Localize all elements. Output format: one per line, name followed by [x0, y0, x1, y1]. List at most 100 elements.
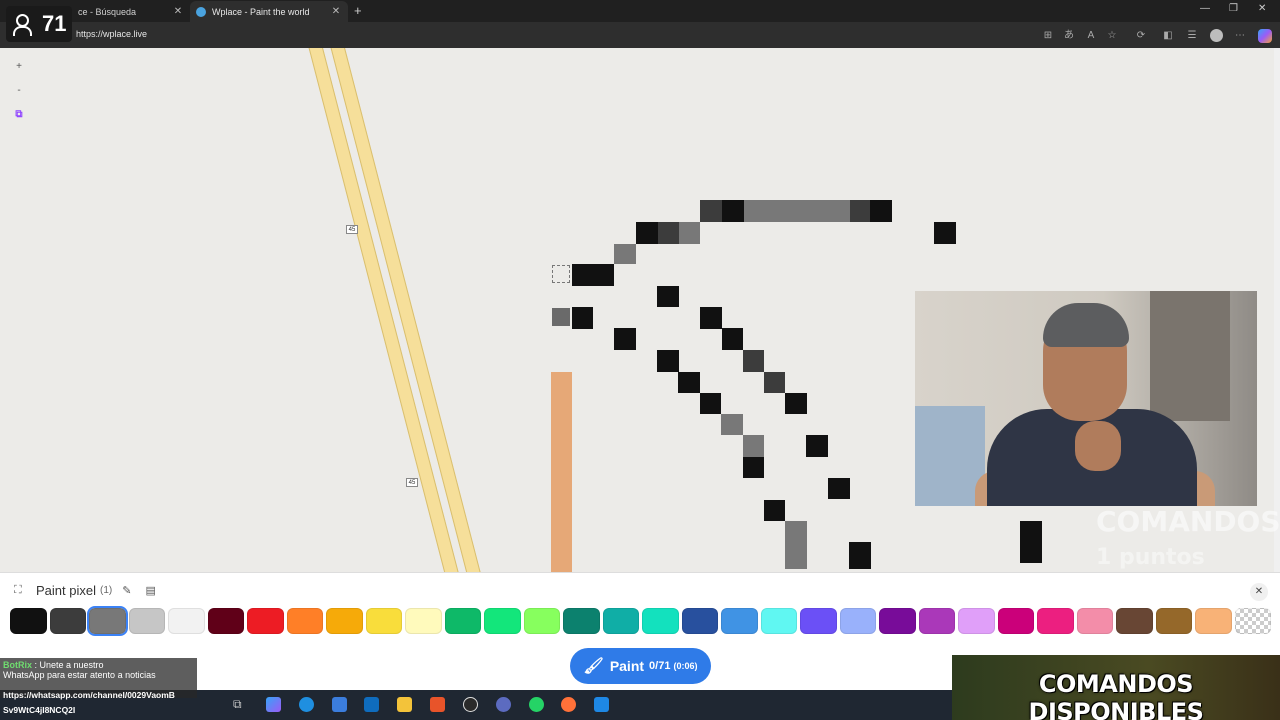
more-menu-icon[interactable]: ⋯ [1234, 30, 1246, 42]
brave-icon[interactable] [430, 697, 445, 712]
color-swatch[interactable] [1195, 608, 1232, 634]
translate-icon[interactable]: あ [1063, 30, 1075, 42]
pixel-selection-cursor[interactable] [552, 265, 570, 283]
color-swatch[interactable] [958, 608, 995, 634]
app-icon[interactable]: ⊞ [1042, 30, 1054, 42]
color-swatch[interactable] [879, 608, 916, 634]
copilot-taskbar-icon[interactable] [266, 697, 281, 712]
profile-avatar-icon[interactable] [1210, 29, 1223, 42]
pencil-icon[interactable]: ✎ [122, 584, 131, 597]
whatsapp-icon[interactable] [529, 697, 544, 712]
color-swatch[interactable] [405, 608, 442, 634]
url-field[interactable]: https://wplace.live [76, 29, 147, 39]
tab-wplace[interactable]: Wplace - Paint the world ✕ [190, 1, 348, 22]
twitch-icon[interactable]: ⧉ [10, 106, 28, 124]
overlay-commands-text: COMANDOS [1096, 505, 1280, 538]
viewer-count: 71 [42, 11, 67, 36]
map-pixel [678, 372, 700, 393]
panel-title: Paint pixel [36, 583, 96, 598]
color-swatch[interactable] [247, 608, 284, 634]
color-swatch[interactable] [1037, 608, 1074, 634]
maximize-icon[interactable]: ❐ [1229, 3, 1238, 14]
map-pixel [785, 521, 807, 569]
map-pixel [764, 500, 785, 521]
favorite-star-icon[interactable]: ☆ [1106, 30, 1118, 42]
color-swatch[interactable] [484, 608, 521, 634]
color-swatch[interactable] [286, 608, 323, 634]
chat-link: https://whatsapp.com/channel/0029VaomB [3, 690, 175, 700]
color-swatch[interactable] [207, 608, 244, 634]
color-swatch[interactable] [168, 608, 205, 634]
close-panel-button[interactable]: ✕ [1250, 583, 1268, 601]
color-swatch[interactable] [681, 608, 718, 634]
file-explorer-icon[interactable] [397, 697, 412, 712]
color-swatch-transparent[interactable] [1234, 608, 1271, 634]
color-swatch[interactable] [800, 608, 837, 634]
outlook-icon[interactable] [364, 697, 379, 712]
color-swatch[interactable] [523, 608, 560, 634]
edge-icon[interactable] [299, 697, 314, 712]
tab-search[interactable]: ce - Búsqueda ✕ [72, 1, 190, 22]
map-pixel [614, 244, 636, 264]
color-swatch[interactable] [760, 608, 797, 634]
paint-charges: 0/71 [649, 660, 671, 672]
chat-line: Unete a nuestro [39, 660, 104, 670]
color-swatch[interactable] [326, 608, 363, 634]
map-pixel [636, 222, 658, 244]
route-shield: 45 [406, 478, 418, 487]
close-tab-icon[interactable]: ✕ [172, 6, 184, 17]
paint-button[interactable]: 🖌 Paint 0/71 (0:06) [570, 648, 711, 684]
new-tab-icon[interactable]: + [354, 3, 362, 18]
map-pixel [764, 372, 785, 393]
map-pixel [870, 200, 892, 222]
copilot-icon[interactable] [1258, 29, 1272, 43]
collections-icon[interactable]: ☰ [1186, 30, 1198, 42]
read-aloud-icon[interactable]: A [1085, 30, 1097, 42]
color-swatch[interactable] [444, 608, 481, 634]
extensions-icon[interactable]: ⟳ [1135, 30, 1147, 42]
color-swatch[interactable] [87, 606, 128, 636]
color-swatch[interactable] [563, 608, 600, 634]
color-swatch[interactable] [365, 608, 402, 634]
close-window-icon[interactable]: ✕ [1258, 3, 1266, 14]
map-pixel [849, 542, 871, 569]
map-pixel [722, 328, 743, 350]
eraser-icon[interactable]: ▤ [145, 584, 155, 597]
zoom-out-button[interactable]: - [10, 82, 28, 100]
color-swatch[interactable] [602, 608, 639, 634]
color-swatch[interactable] [997, 608, 1034, 634]
map-pixel [743, 457, 764, 478]
color-swatch[interactable] [839, 608, 876, 634]
close-tab-icon[interactable]: ✕ [330, 6, 342, 17]
color-swatch[interactable] [1076, 608, 1113, 634]
map-pixel [657, 350, 679, 372]
color-swatch[interactable] [642, 608, 679, 634]
color-swatch[interactable] [1155, 608, 1192, 634]
split-screen-icon[interactable]: ◧ [1162, 30, 1174, 42]
zoom-in-button[interactable]: + [10, 58, 28, 76]
color-swatch[interactable] [49, 608, 86, 634]
discord-icon[interactable] [496, 697, 511, 712]
wplace-favicon-icon [196, 6, 206, 17]
map-pixel [828, 478, 850, 499]
map-pixel [572, 307, 593, 329]
color-swatch[interactable] [128, 608, 165, 634]
color-swatch[interactable] [721, 608, 758, 634]
highway-road [328, 48, 497, 572]
color-swatch[interactable] [1116, 608, 1153, 634]
app-taskbar-icon[interactable] [594, 697, 609, 712]
color-swatch[interactable] [918, 608, 955, 634]
route-shield: 45 [346, 225, 358, 234]
scrollbar[interactable] [1274, 48, 1280, 572]
color-swatch[interactable] [10, 608, 47, 634]
store-icon[interactable] [332, 697, 347, 712]
pixel-count: (1) [99, 585, 113, 596]
map-pixel [700, 307, 722, 329]
task-view-icon[interactable]: ⧉ [233, 697, 248, 712]
minimize-icon[interactable]: — [1200, 3, 1210, 14]
map-pixel [806, 435, 828, 457]
expand-icon[interactable]: ⛶ [14, 584, 28, 597]
obs-icon[interactable] [463, 697, 478, 712]
firefox-icon[interactable] [561, 697, 576, 712]
map-pixel [743, 435, 764, 457]
